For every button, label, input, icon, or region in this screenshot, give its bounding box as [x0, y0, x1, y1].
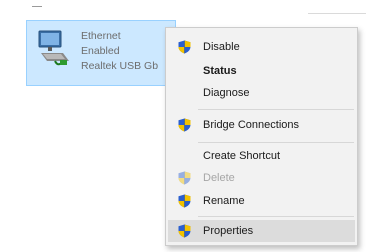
- adapter-status: Enabled: [81, 45, 120, 57]
- adapter-name: Ethernet: [81, 30, 121, 42]
- uac-shield-icon: [178, 224, 191, 238]
- menu-item-label: Create Shortcut: [203, 150, 281, 162]
- adapter-device: Realtek USB Gb: [81, 60, 159, 72]
- menu-item-delete: Delete: [168, 167, 355, 189]
- uac-shield-icon: [178, 40, 191, 54]
- menu-item-label: Properties: [203, 225, 254, 237]
- uac-shield-icon: [178, 194, 191, 208]
- menu-item-disable[interactable]: Disable: [168, 36, 355, 58]
- uac-shield-icon: [178, 171, 191, 185]
- menu-item-bridge-connections[interactable]: Bridge Connections: [168, 114, 355, 136]
- menu-item-label: Bridge Connections: [203, 119, 300, 131]
- menu-separator: [198, 142, 354, 143]
- window-decoration-dash: [32, 6, 42, 7]
- menu-item-rename[interactable]: Rename: [168, 190, 355, 212]
- window-decoration-line: [308, 13, 366, 14]
- menu-separator: [198, 216, 354, 217]
- network-adapter-tile[interactable]: Ethernet Enabled Realtek USB Gb: [26, 20, 176, 86]
- menu-item-diagnose[interactable]: Diagnose: [168, 82, 355, 104]
- menu-item-create-shortcut[interactable]: Create Shortcut: [168, 145, 355, 167]
- menu-separator: [198, 109, 354, 110]
- network-adapter-icon: [38, 30, 69, 66]
- menu-item-label: Delete: [203, 172, 235, 184]
- menu-item-label: Status: [203, 65, 237, 77]
- uac-shield-icon: [178, 118, 191, 132]
- menu-item-label: Diagnose: [203, 87, 250, 99]
- menu-item-label: Disable: [203, 41, 240, 53]
- menu-item-properties[interactable]: Properties: [168, 220, 355, 242]
- menu-item-status[interactable]: Status: [168, 60, 355, 82]
- menu-item-label: Rename: [203, 195, 245, 207]
- context-menu: Disable Status Diagnose Bridge Connectio…: [165, 27, 358, 246]
